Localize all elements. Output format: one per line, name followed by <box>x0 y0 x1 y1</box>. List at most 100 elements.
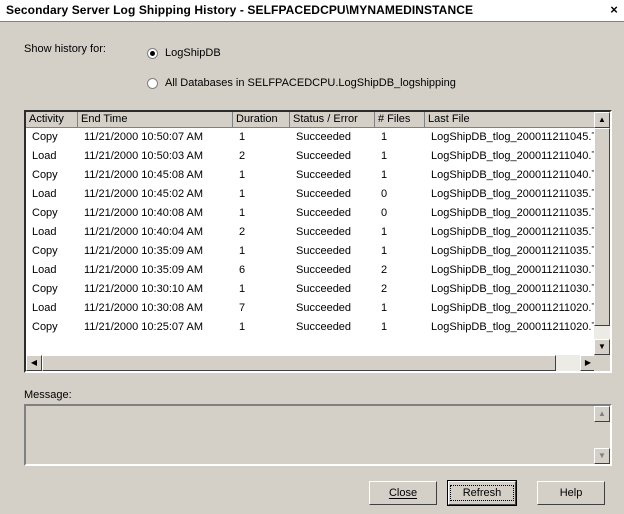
column-header-end-time[interactable]: End Time <box>78 112 233 128</box>
cell-files: 0 <box>381 207 388 219</box>
cell-files: 2 <box>381 283 388 295</box>
cell-last-file: LogShipDB_tlog_200011211040.T <box>431 150 596 162</box>
vertical-scroll-thumb[interactable] <box>594 128 610 326</box>
table-row[interactable]: Load 11/21/2000 10:40:04 AM 2 Succeeded 1 Log… <box>26 223 596 242</box>
cell-activity: Copy <box>32 283 58 295</box>
table-row[interactable]: Load 11/21/2000 10:35:09 AM 6 Succeeded 2 Log… <box>26 261 596 280</box>
table-row[interactable]: Copy 11/21/2000 10:30:10 AM 1 Succeeded 2 Log… <box>26 280 596 299</box>
message-scroll-up-icon[interactable]: ▲ <box>594 406 610 422</box>
history-grid[interactable]: Activity End Time Duration Status / Erro… <box>24 110 612 373</box>
scroll-up-icon[interactable]: ▲ <box>594 112 610 128</box>
radio-logshipdb[interactable]: LogShipDB <box>147 47 221 59</box>
cell-activity: Load <box>32 226 57 238</box>
cell-duration: 1 <box>239 283 246 295</box>
horizontal-scrollbar[interactable]: ◀ ▶ <box>26 355 596 371</box>
cell-status: Succeeded <box>296 226 352 238</box>
horizontal-scroll-thumb[interactable] <box>42 355 556 371</box>
cell-end-time: 11/21/2000 10:35:09 AM <box>84 264 204 276</box>
cell-last-file: LogShipDB_tlog_200011211035.T <box>431 226 596 238</box>
cell-files: 1 <box>381 131 388 143</box>
column-header-files[interactable]: # Files <box>375 112 425 128</box>
refresh-button-label: Refresh <box>449 485 515 501</box>
cell-activity: Copy <box>32 131 58 143</box>
cell-last-file: LogShipDB_tlog_200011211030.T <box>431 264 596 276</box>
cell-activity: Copy <box>32 207 58 219</box>
cell-status: Succeeded <box>296 283 352 295</box>
help-button[interactable]: Help <box>537 481 605 505</box>
cell-files: 1 <box>381 245 388 257</box>
close-button-label: Close <box>388 487 418 499</box>
cell-activity: Copy <box>32 321 58 333</box>
grid-rows: Copy 11/21/2000 10:50:07 AM 1 Succeeded 1 Log… <box>26 128 596 337</box>
table-row[interactable]: Copy 11/21/2000 10:40:08 AM 1 Succeeded 0 Log… <box>26 204 596 223</box>
cell-duration: 1 <box>239 321 246 333</box>
close-button[interactable]: Close <box>369 481 437 505</box>
cell-duration: 6 <box>239 264 246 276</box>
cell-activity: Load <box>32 264 57 276</box>
cell-last-file: LogShipDB_tlog_200011211035.T <box>431 245 596 257</box>
message-scroll-down-icon[interactable]: ▼ <box>594 448 610 464</box>
cell-status: Succeeded <box>296 169 352 181</box>
radio-logshipdb-label: LogShipDB <box>165 47 221 59</box>
radio-unselected-icon[interactable] <box>147 77 158 89</box>
cell-status: Succeeded <box>296 302 352 314</box>
column-header-last-file[interactable]: Last File <box>425 112 596 128</box>
table-row[interactable]: Copy 11/21/2000 10:25:07 AM 1 Succeeded 1 Log… <box>26 318 596 337</box>
table-row[interactable]: Load 11/21/2000 10:50:03 AM 2 Succeeded 1 Log… <box>26 147 596 166</box>
cell-activity: Load <box>32 150 57 162</box>
cell-status: Succeeded <box>296 188 352 200</box>
cell-last-file: LogShipDB_tlog_200011211035.T <box>431 188 596 200</box>
scroll-left-icon[interactable]: ◀ <box>26 355 42 371</box>
cell-duration: 2 <box>239 226 246 238</box>
cell-files: 2 <box>381 264 388 276</box>
cell-files: 1 <box>381 321 388 333</box>
cell-status: Succeeded <box>296 150 352 162</box>
radio-all-databases[interactable]: All Databases in SELFPACEDCPU.LogShipDB_… <box>147 77 456 89</box>
cell-duration: 2 <box>239 150 246 162</box>
window-title: Secondary Server Log Shipping History - … <box>6 3 474 17</box>
cell-last-file: LogShipDB_tlog_200011211045.T <box>431 131 596 143</box>
cell-files: 1 <box>381 302 388 314</box>
table-row[interactable]: Copy 11/21/2000 10:45:08 AM 1 Succeeded 1 Log… <box>26 166 596 185</box>
radio-selected-icon[interactable] <box>147 47 158 59</box>
cell-end-time: 11/21/2000 10:30:08 AM <box>84 302 204 314</box>
cell-duration: 7 <box>239 302 246 314</box>
cell-status: Succeeded <box>296 131 352 143</box>
scroll-down-icon[interactable]: ▼ <box>594 339 610 355</box>
column-header-duration[interactable]: Duration <box>233 112 290 128</box>
column-header-status[interactable]: Status / Error <box>290 112 375 128</box>
cell-end-time: 11/21/2000 10:40:04 AM <box>84 226 204 238</box>
cell-end-time: 11/21/2000 10:45:08 AM <box>84 169 204 181</box>
cell-end-time: 11/21/2000 10:35:09 AM <box>84 245 204 257</box>
cell-activity: Load <box>32 188 57 200</box>
cell-activity: Copy <box>32 169 58 181</box>
cell-status: Succeeded <box>296 245 352 257</box>
title-bar: Secondary Server Log Shipping History - … <box>0 0 624 22</box>
cell-last-file: LogShipDB_tlog_200011211020.T <box>431 321 596 333</box>
cell-files: 0 <box>381 188 388 200</box>
cell-end-time: 11/21/2000 10:40:08 AM <box>84 207 204 219</box>
refresh-button[interactable]: Refresh <box>447 480 517 506</box>
cell-last-file: LogShipDB_tlog_200011211020.T <box>431 302 596 314</box>
cell-end-time: 11/21/2000 10:30:10 AM <box>84 283 204 295</box>
show-history-label: Show history for: <box>24 43 106 55</box>
close-icon[interactable]: × <box>606 2 622 18</box>
cell-status: Succeeded <box>296 207 352 219</box>
message-scrollbar[interactable]: ▲ ▼ <box>594 406 610 464</box>
cell-last-file: LogShipDB_tlog_200011211040.T <box>431 169 596 181</box>
cell-duration: 1 <box>239 188 246 200</box>
cell-files: 1 <box>381 150 388 162</box>
vertical-scrollbar[interactable]: ▲ ▼ <box>594 112 610 355</box>
table-row[interactable]: Load 11/21/2000 10:30:08 AM 7 Succeeded 1 Log… <box>26 299 596 318</box>
table-row[interactable]: Copy 11/21/2000 10:35:09 AM 1 Succeeded 1 Log… <box>26 242 596 261</box>
cell-files: 1 <box>381 169 388 181</box>
column-header-activity[interactable]: Activity <box>26 112 78 128</box>
message-label: Message: <box>24 389 72 401</box>
cell-end-time: 11/21/2000 10:25:07 AM <box>84 321 204 333</box>
cell-files: 1 <box>381 226 388 238</box>
message-box[interactable]: ▲ ▼ <box>24 404 612 466</box>
cell-activity: Copy <box>32 245 58 257</box>
radio-all-databases-label: All Databases in SELFPACEDCPU.LogShipDB_… <box>165 77 456 89</box>
table-row[interactable]: Copy 11/21/2000 10:50:07 AM 1 Succeeded 1 Log… <box>26 128 596 147</box>
table-row[interactable]: Load 11/21/2000 10:45:02 AM 1 Succeeded 0 Log… <box>26 185 596 204</box>
